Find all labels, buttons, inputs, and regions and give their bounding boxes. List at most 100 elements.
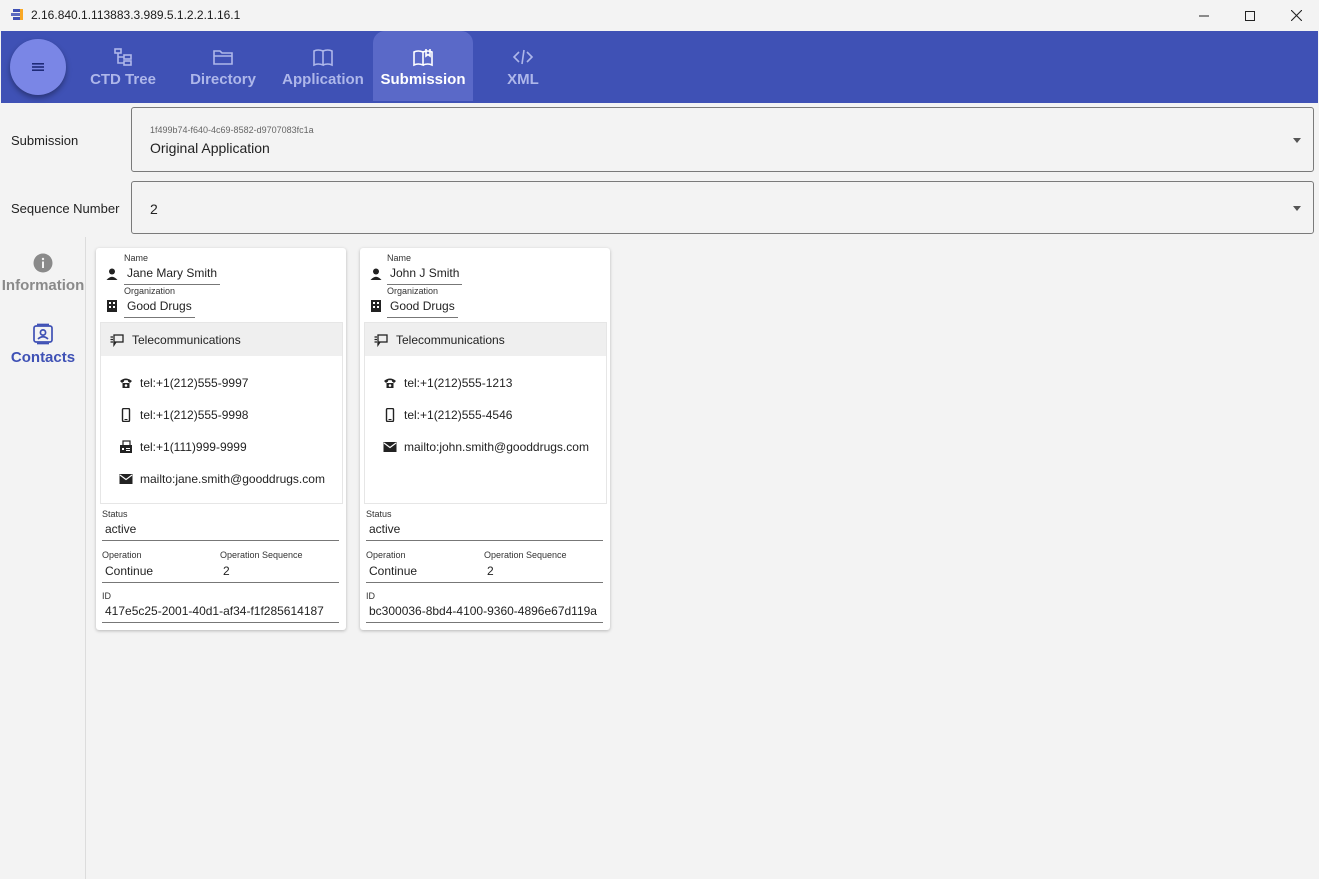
- close-button[interactable]: [1273, 0, 1319, 31]
- contact-card: Name Jane Mary Smith Organization Good D…: [96, 248, 346, 630]
- contact-organization-field[interactable]: Organization Good Drugs: [387, 286, 458, 318]
- contact-name-value: John J Smith: [387, 263, 463, 285]
- rail-item-label: Contacts: [10, 349, 76, 366]
- tree-icon: [114, 48, 132, 66]
- telecommunications-section: Telecommunications tel:+1(212)555-1213 t…: [364, 322, 607, 504]
- email-icon: [119, 474, 133, 484]
- telecommunications-header[interactable]: Telecommunications: [365, 323, 606, 356]
- building-icon: [107, 300, 117, 312]
- telecom-item[interactable]: tel:+1(212)555-9998: [101, 405, 342, 425]
- telecom-item[interactable]: tel:+1(212)555-1213: [365, 373, 606, 393]
- operation-field[interactable]: Operation Operation Sequence Continue 2: [102, 550, 339, 583]
- mobile-icon: [121, 408, 131, 422]
- menu-button[interactable]: [10, 39, 66, 95]
- tab-label: Directory: [190, 71, 256, 88]
- telecommunications-title: Telecommunications: [132, 333, 241, 347]
- operation-sequence-label: Operation Sequence: [484, 550, 567, 560]
- telecom-value: tel:+1(212)555-4546: [404, 408, 513, 422]
- operation-sequence-value: 2: [223, 564, 230, 578]
- telecom-item[interactable]: mailto:john.smith@gooddrugs.com: [365, 437, 606, 457]
- maximize-icon: [1245, 10, 1255, 21]
- submission-value: Original Application: [150, 140, 270, 156]
- info-icon: [33, 253, 53, 273]
- telecom-item[interactable]: mailto:jane.smith@gooddrugs.com: [101, 469, 342, 489]
- telecom-item[interactable]: tel:+1(111)999-9999: [101, 437, 342, 457]
- id-label: ID: [102, 591, 111, 601]
- contact-name-field[interactable]: Name John J Smith: [387, 253, 463, 285]
- operation-field[interactable]: Operation Operation Sequence Continue 2: [366, 550, 603, 583]
- book-open-icon: [413, 49, 433, 67]
- person-icon: [106, 268, 118, 280]
- contact-card: Name John J Smith Organization Good Drug…: [360, 248, 610, 630]
- operation-label: Operation: [366, 550, 406, 560]
- id-label: ID: [366, 591, 375, 601]
- contact-name-field[interactable]: Name Jane Mary Smith: [124, 253, 221, 285]
- tab-xml[interactable]: XML: [473, 31, 573, 101]
- minimize-button[interactable]: [1181, 0, 1227, 31]
- fax-icon: [120, 440, 132, 453]
- book-icon: [313, 49, 333, 67]
- rail-item-label: Information: [1, 277, 85, 294]
- contact-organization-value: Good Drugs: [124, 296, 195, 318]
- rail-item-information[interactable]: Information: [0, 253, 86, 294]
- building-icon: [371, 300, 381, 312]
- telecom-item[interactable]: tel:+1(212)555-9997: [101, 373, 342, 393]
- status-value: active: [102, 519, 339, 541]
- tab-label: Application: [282, 71, 364, 88]
- organization-label: Organization: [124, 286, 176, 296]
- telecom-value: tel:+1(212)555-9998: [140, 408, 249, 422]
- status-field[interactable]: Status active: [366, 509, 603, 541]
- folder-icon: [213, 50, 233, 65]
- tab-label: Submission: [380, 71, 466, 88]
- side-navigation-rail: Information Contacts: [0, 237, 86, 879]
- person-icon: [370, 268, 382, 280]
- telecom-value: tel:+1(212)555-9997: [140, 376, 249, 390]
- operation-sequence-label: Operation Sequence: [220, 550, 303, 560]
- telecommunications-header[interactable]: Telecommunications: [101, 323, 342, 356]
- telecom-chat-icon: [374, 334, 388, 347]
- app-logo-icon: [11, 9, 23, 20]
- name-label: Name: [124, 253, 149, 263]
- rail-item-contacts[interactable]: Contacts: [0, 323, 86, 366]
- contact-organization-field[interactable]: Organization Good Drugs: [124, 286, 195, 318]
- dropdown-arrow-icon: [1293, 206, 1301, 211]
- tab-submission[interactable]: Submission: [373, 31, 473, 101]
- contact-id-value: 417e5c25-2001-40d1-af34-f1f285614187: [102, 601, 339, 623]
- name-label: Name: [387, 253, 412, 263]
- status-value: active: [366, 519, 603, 541]
- submission-select[interactable]: 1f499b74-f640-4c69-8582-d9707083fc1a Ori…: [131, 107, 1314, 172]
- dropdown-arrow-icon: [1293, 138, 1301, 143]
- telecom-value: mailto:john.smith@gooddrugs.com: [404, 440, 589, 454]
- hamburger-menu-icon: [32, 63, 44, 71]
- telecommunications-title: Telecommunications: [396, 333, 505, 347]
- contact-id-value: bc300036-8bd4-4100-9360-4896e67d119a: [366, 601, 603, 623]
- contact-organization-value: Good Drugs: [387, 296, 458, 318]
- telecom-value: mailto:jane.smith@gooddrugs.com: [140, 472, 325, 486]
- contact-card-icon: [33, 323, 53, 345]
- phone-icon: [120, 378, 132, 388]
- phone-icon: [384, 378, 396, 388]
- tab-label: CTD Tree: [90, 71, 156, 88]
- organization-label: Organization: [387, 286, 439, 296]
- tab-ctd-tree[interactable]: CTD Tree: [73, 31, 173, 101]
- tab-directory[interactable]: Directory: [173, 31, 273, 101]
- telecom-item[interactable]: tel:+1(212)555-4546: [365, 405, 606, 425]
- operation-value: Continue: [105, 564, 154, 578]
- tab-application[interactable]: Application: [273, 31, 373, 101]
- telecommunications-section: Telecommunications tel:+1(212)555-9997 t…: [100, 322, 343, 504]
- maximize-button[interactable]: [1227, 0, 1273, 31]
- status-label: Status: [366, 509, 392, 519]
- submission-id-hint: 1f499b74-f640-4c69-8582-d9707083fc1a: [150, 125, 314, 135]
- id-field[interactable]: ID bc300036-8bd4-4100-9360-4896e67d119a: [366, 591, 603, 623]
- top-navigation-bar: CTD Tree Directory Application Submissio…: [1, 31, 1318, 103]
- close-icon: [1290, 10, 1302, 21]
- status-label: Status: [102, 509, 128, 519]
- operation-sequence-value: 2: [487, 564, 494, 578]
- telecom-value: tel:+1(111)999-9999: [140, 440, 247, 454]
- id-field[interactable]: ID 417e5c25-2001-40d1-af34-f1f285614187: [102, 591, 339, 623]
- telecom-value: tel:+1(212)555-1213: [404, 376, 513, 390]
- sequence-number-value: 2: [150, 201, 158, 217]
- status-field[interactable]: Status active: [102, 509, 339, 541]
- contact-name-value: Jane Mary Smith: [124, 263, 221, 285]
- sequence-number-select[interactable]: 2: [131, 181, 1314, 234]
